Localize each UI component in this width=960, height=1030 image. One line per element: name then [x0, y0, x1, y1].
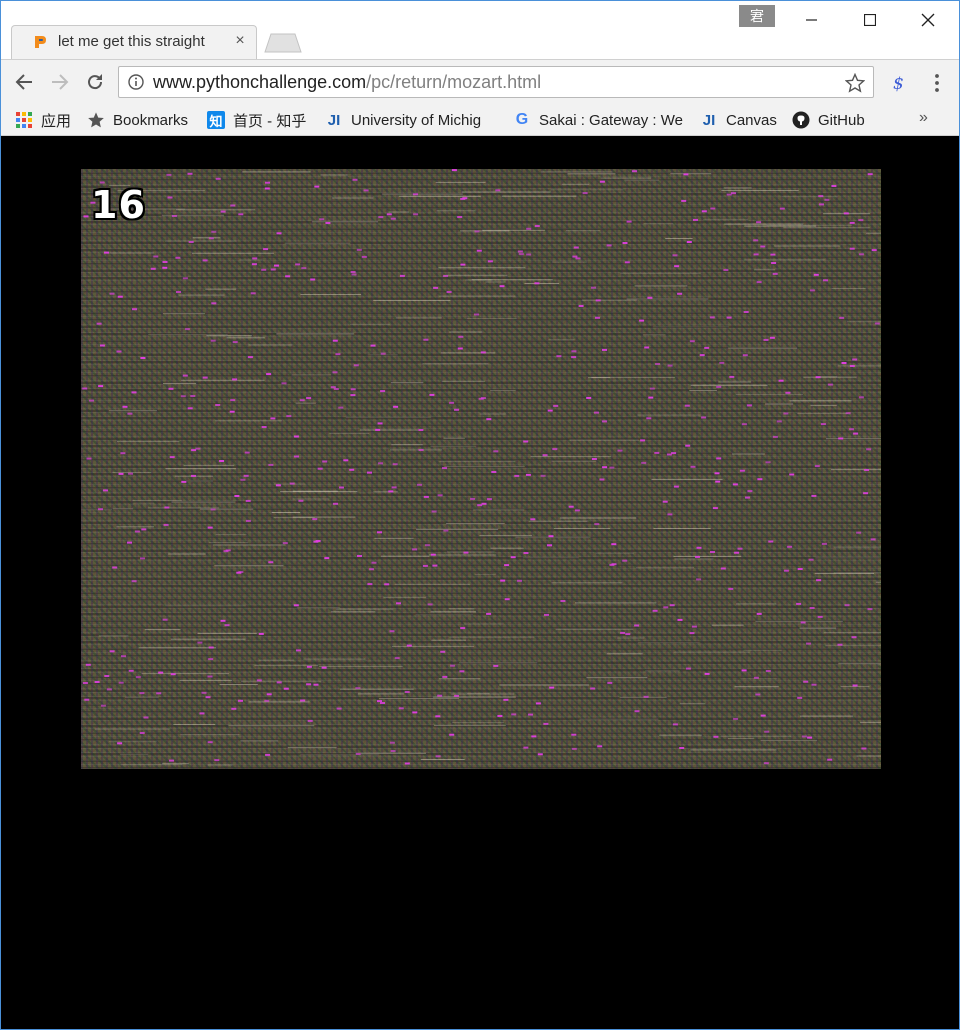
- new-tab-button[interactable]: [263, 33, 303, 53]
- bookmark-label: University of Michig: [351, 111, 482, 129]
- arrow-right-icon: [52, 74, 69, 90]
- info-icon[interactable]: [128, 74, 144, 90]
- close-icon: [921, 13, 935, 27]
- back-button[interactable]: [11, 69, 37, 95]
- toolbar: www.pythonchallenge.com/pc/return/mozart…: [1, 59, 959, 106]
- url-path: /pc/return/mozart.html: [366, 72, 542, 92]
- zhihu-icon: 知: [207, 111, 225, 129]
- more-menu-icon[interactable]: [929, 72, 945, 94]
- tab-strip: let me get this straight × 宭: [1, 1, 959, 59]
- bookmark-label: Sakai : Gateway : We: [539, 111, 683, 129]
- tab-active[interactable]: let me get this straight ×: [11, 25, 257, 59]
- bookmark-apps[interactable]: 应用: [15, 108, 71, 132]
- browser-window: let me get this straight × 宭 www.pythonc…: [0, 0, 960, 1030]
- bookmarks-bar: 应用 Bookmarks 知 首页 - 知乎 JI University of …: [1, 105, 959, 136]
- bookmark-sakai[interactable]: G Sakai : Gateway : We: [513, 108, 685, 132]
- tab-close-icon[interactable]: ×: [232, 32, 248, 50]
- reload-button[interactable]: [82, 69, 108, 95]
- bookmark-canvas[interactable]: JI Canvas: [700, 108, 777, 132]
- bookmark-label: GitHub: [818, 111, 865, 129]
- google-icon: G: [515, 111, 529, 128]
- arrow-left-icon: [15, 74, 32, 90]
- page-content: 16: [1, 136, 959, 1029]
- bookmark-bookmarks[interactable]: Bookmarks: [87, 108, 188, 132]
- profile-badge[interactable]: 宭: [739, 5, 775, 27]
- bookmark-star-icon[interactable]: [845, 73, 865, 93]
- bookmark-github[interactable]: GitHub: [792, 108, 865, 132]
- bookmark-zhihu[interactable]: 知 首页 - 知乎: [207, 108, 306, 132]
- address-bar[interactable]: www.pythonchallenge.com/pc/return/mozart…: [118, 66, 874, 98]
- bookmark-label: Bookmarks: [113, 111, 189, 129]
- close-window-button[interactable]: [899, 1, 957, 39]
- bookmark-university-of-michigan[interactable]: JI University of Michig: [325, 108, 495, 132]
- minimize-icon: [806, 19, 817, 21]
- noise-image: 16: [81, 169, 881, 769]
- github-icon: [792, 111, 810, 129]
- noise-pattern: [81, 169, 881, 769]
- forward-button[interactable]: [47, 69, 73, 95]
- bookmarks-overflow-button[interactable]: »: [919, 109, 928, 127]
- svg-text:$: $: [893, 74, 904, 94]
- star-icon: [87, 111, 105, 129]
- reload-icon: [88, 74, 103, 90]
- ji-icon: JI: [327, 111, 341, 129]
- extension-icon[interactable]: $: [889, 72, 909, 94]
- maximize-icon: [864, 14, 876, 26]
- ji-icon: JI: [702, 111, 716, 129]
- minimize-button[interactable]: [783, 1, 841, 39]
- bookmark-label: 应用: [41, 112, 72, 130]
- level-number: 16: [91, 183, 146, 227]
- tab-title: let me get this straight: [58, 33, 205, 50]
- pythonchallenge-favicon-icon: [35, 36, 46, 48]
- bookmark-label: 首页 - 知乎: [233, 112, 307, 130]
- url-host: www.pythonchallenge.com: [153, 72, 367, 92]
- bookmark-label: Canvas: [726, 111, 777, 129]
- maximize-button[interactable]: [841, 1, 899, 39]
- apps-grid-icon: [15, 111, 33, 129]
- url-text[interactable]: www.pythonchallenge.com/pc/return/mozart…: [153, 72, 541, 93]
